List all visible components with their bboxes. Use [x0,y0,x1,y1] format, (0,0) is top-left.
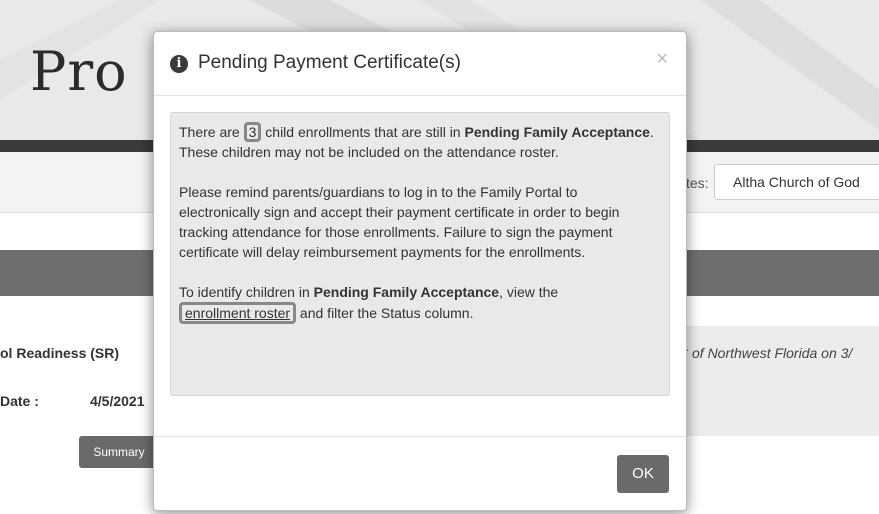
date-label: Date : [0,393,39,409]
pending-status-bold: Pending Family Acceptance [313,284,500,300]
notice-panel [670,326,879,436]
ok-button[interactable]: OK [617,455,669,493]
modal-title: Pending Payment Certificate(s) [198,52,461,73]
date-value: 4/5/2021 [90,393,145,409]
enrollment-count: 3 [243,122,262,142]
close-icon[interactable]: × [656,48,668,71]
enrollment-roster-highlight: enrollment roster [179,302,297,324]
enrollment-roster-link[interactable]: enrollment roster [185,305,290,321]
pending-alert: There are 3 child enrollments that are s… [170,112,670,396]
alert-paragraph-2: Please remind parents/guardians to log i… [179,184,620,260]
notice-text: C of Northwest Florida on 3/ [678,345,853,361]
alert-text: There are [179,124,244,140]
modal-header: i Pending Payment Certificate(s) × [154,32,686,96]
info-icon: i [170,55,188,73]
site-select[interactable]: Altha Church of God [714,164,879,200]
brand-logo-text: Pro [30,40,128,103]
school-readiness-label: ol Readiness (SR) [0,345,120,361]
alert-text: and filter the Status column. [296,305,474,321]
sites-label: tes: [686,175,709,191]
alert-text: To identify children in [179,284,314,300]
pending-payment-modal: i Pending Payment Certificate(s) × There… [153,31,687,511]
pending-status-bold: Pending Family Acceptance [464,124,650,140]
alert-paragraph-1: There are 3 child enrollments that are s… [179,122,661,162]
alert-paragraph-3: To identify children in Pending Family A… [179,282,661,324]
modal-footer: OK [154,436,686,512]
summary-button[interactable]: Summary [79,436,159,468]
alert-text: , view the [499,284,559,300]
alert-text: child enrollments that are still in [261,124,465,140]
